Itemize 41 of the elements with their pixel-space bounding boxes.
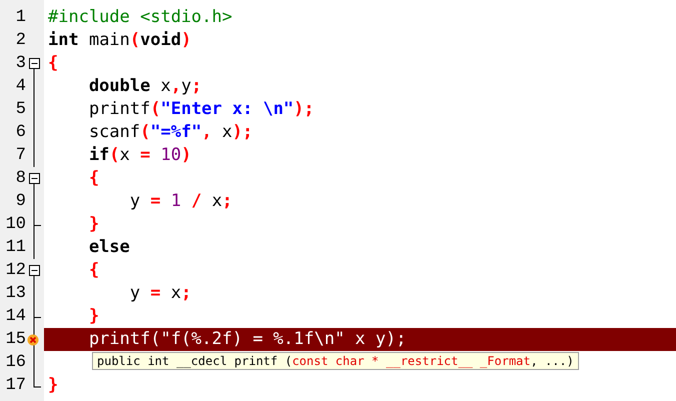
code-line: else <box>88 236 130 259</box>
code-line: double x,y; <box>88 75 202 98</box>
code-line: } <box>88 305 100 328</box>
code-line: { <box>88 167 100 190</box>
code-line: if(x = 10) <box>88 144 192 167</box>
fold-end-icon <box>33 305 43 328</box>
code-line: { <box>88 259 100 282</box>
code-line: y = 1 / x; <box>128 190 232 213</box>
line-number: 14 <box>4 307 26 326</box>
line-number: 7 <box>14 146 26 165</box>
line-number: 2 <box>14 31 26 50</box>
line-number: 16 <box>4 353 26 372</box>
code-line: y = x; <box>128 282 192 305</box>
fold-end-icon <box>33 213 43 236</box>
line-number: 3 <box>14 54 26 73</box>
code-line: scanf("=%f", x); <box>88 121 253 144</box>
fold-line-icon <box>33 282 35 305</box>
fold-line-icon <box>33 190 35 213</box>
line-number: 8 <box>14 169 26 188</box>
fold-end-icon <box>33 374 43 388</box>
code-line: int main(void) <box>48 29 192 52</box>
code-line: #include <stdio.h> <box>48 6 232 29</box>
code-editor[interactable] <box>0 0 676 401</box>
line-number: 11 <box>4 238 26 257</box>
line-number: 6 <box>14 123 26 142</box>
signature-tooltip: public int __cdecl printf (const char * __restrict__ _Format, ...) <box>92 352 579 370</box>
line-number: 4 <box>14 77 26 96</box>
code-line: } <box>48 374 58 397</box>
code-line: printf("Enter x: \n"); <box>88 98 314 121</box>
code-line: } <box>88 213 100 236</box>
code-line: { <box>48 52 58 75</box>
line-number: 1 <box>14 8 26 27</box>
line-number: 17 <box>4 376 26 395</box>
line-number: 13 <box>4 284 26 303</box>
code-line: printf("f(%.2f) = %.1f\n" x y); <box>88 328 406 351</box>
line-number: 5 <box>14 100 26 119</box>
line-number: 15 <box>4 330 26 349</box>
fold-line-icon <box>33 236 35 259</box>
line-number: 12 <box>4 261 26 280</box>
line-number: 9 <box>14 192 26 211</box>
line-number: 10 <box>4 215 26 234</box>
